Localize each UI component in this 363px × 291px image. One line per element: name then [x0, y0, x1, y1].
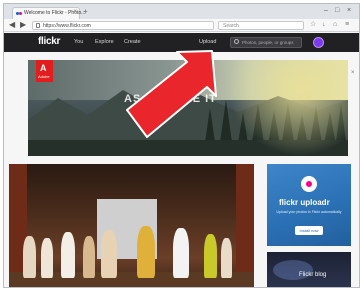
photo-person [137, 226, 155, 278]
flickr-logo[interactable]: flickr [38, 36, 60, 47]
flickr-search-placeholder: Photos, people, or groups [242, 40, 294, 45]
back-button[interactable]: ◀ [9, 20, 15, 30]
browser-search-input[interactable]: Search [218, 21, 304, 30]
uploadr-description: Upload your photos to Flickr automatical… [276, 210, 342, 214]
flickr-favicon-icon [16, 11, 22, 17]
flickr-search-input[interactable]: Photos, people, or groups [230, 37, 302, 48]
install-now-button[interactable]: Install now [295, 226, 323, 235]
banner-tagline: AS YOU SEE IT [124, 93, 217, 105]
adobe-wordmark: Adobe [38, 74, 50, 79]
photo-person [221, 238, 232, 278]
uploadr-ad[interactable]: flickr uploadr Upload your photos to Fli… [267, 164, 351, 246]
close-ad-icon[interactable]: × [351, 70, 355, 76]
url-text: https://www.flickr.com [43, 23, 91, 29]
nav-you[interactable]: You [74, 39, 83, 45]
browser-navbar: ◀ ▶ https://www.flickr.com Search ☆ ↓ ⌂ … [4, 19, 359, 32]
download-icon[interactable]: ↓ [322, 20, 326, 30]
featured-photo[interactable] [9, 164, 254, 287]
avatar[interactable] [313, 37, 324, 48]
banner-light-glow [228, 60, 348, 156]
maximize-button[interactable]: □ [335, 6, 339, 16]
flickr-header: flickr You Explore Create Upload Photos,… [4, 33, 359, 52]
photo-person [83, 236, 95, 278]
nav-explore[interactable]: Explore [95, 39, 114, 45]
address-bar[interactable]: https://www.flickr.com [32, 21, 214, 30]
photo-person [23, 236, 36, 278]
close-window-button[interactable]: × [347, 6, 351, 16]
upload-link[interactable]: Upload [199, 39, 216, 45]
photo-person [61, 232, 75, 278]
photo-person [173, 228, 189, 278]
adobe-a-icon: A [40, 63, 47, 73]
photo-person [204, 234, 217, 278]
tab-strip: Welcome to Flickr - Photo... × + – □ × [4, 4, 359, 19]
photo-person [101, 230, 117, 278]
blog-title: Flickr blog [299, 272, 327, 278]
new-tab-button[interactable]: + [83, 7, 88, 17]
home-icon[interactable]: ⌂ [333, 20, 337, 30]
minimize-button[interactable]: – [324, 6, 328, 16]
uploadr-title: flickr uploadr [279, 198, 330, 207]
forward-button[interactable]: ▶ [20, 20, 26, 30]
star-icon[interactable]: ☆ [310, 20, 316, 30]
adobe-logo: A Adobe [36, 60, 53, 82]
browser-window: Welcome to Flickr - Photo... × + – □ × ◀… [3, 3, 360, 288]
photo-person [41, 238, 53, 278]
menu-icon[interactable]: ≡ [345, 20, 349, 30]
adobe-banner-ad[interactable]: A Adobe AS YOU SEE IT [28, 60, 348, 156]
search-icon [234, 39, 239, 44]
flickr-blog-card[interactable]: Flickr blog [267, 252, 351, 287]
browser-search-placeholder: Search [223, 23, 239, 29]
cloud-dot-icon [306, 181, 312, 187]
nav-create[interactable]: Create [124, 39, 141, 45]
lock-icon [36, 23, 40, 28]
photo-curtain-right [236, 164, 254, 287]
browser-tab[interactable]: Welcome to Flickr - Photo... × [12, 7, 85, 19]
tab-close-icon[interactable]: × [73, 9, 77, 15]
